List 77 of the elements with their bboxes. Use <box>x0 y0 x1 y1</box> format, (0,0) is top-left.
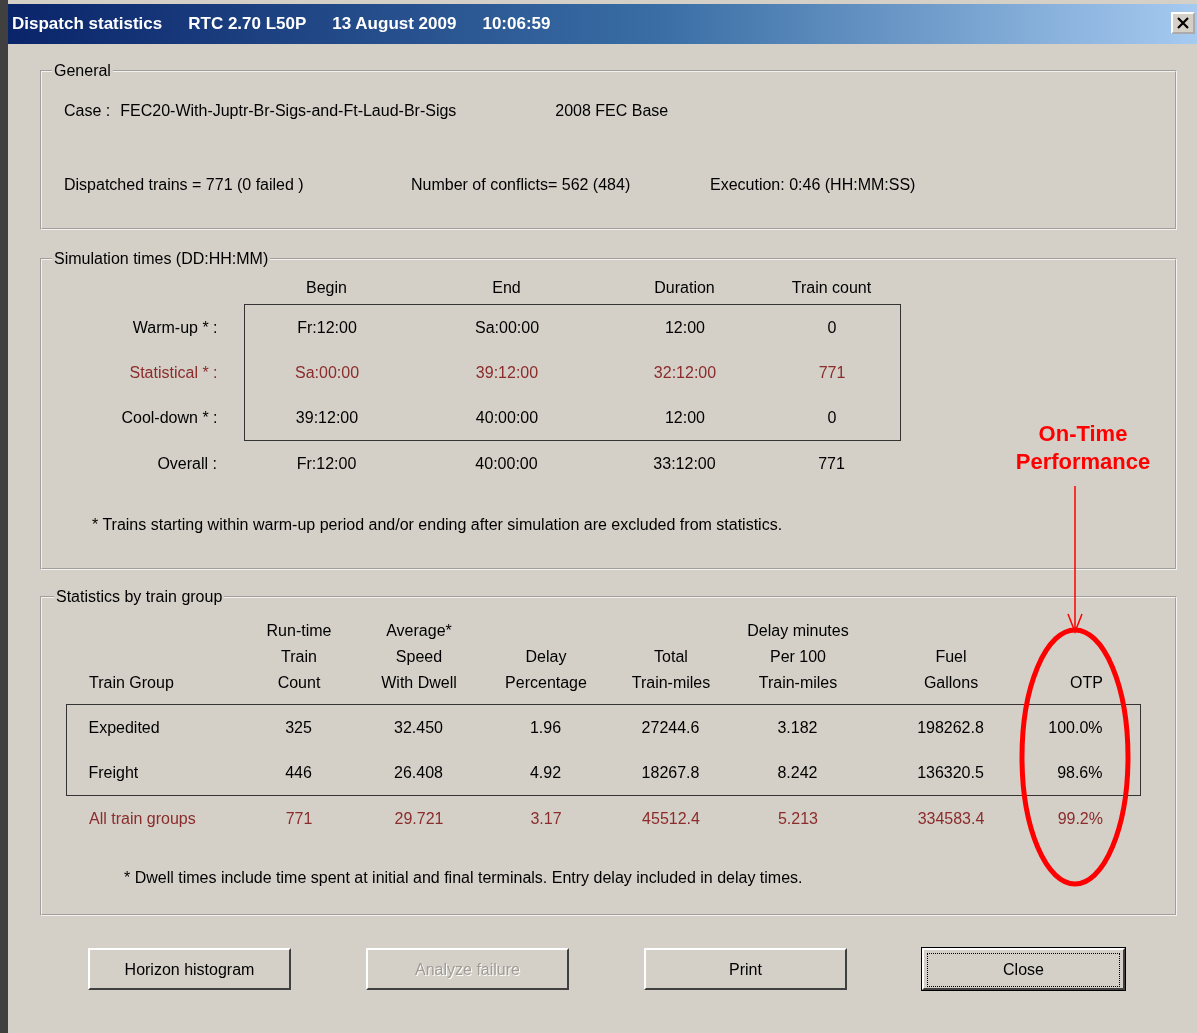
window-title: Dispatch statistics <box>12 14 163 34</box>
table-cell-text: 771 <box>817 454 846 473</box>
table-cell-text: 136320.5 <box>916 763 985 782</box>
table-cell-text: Freight <box>88 763 140 782</box>
table-cell-text: 39:12:00 <box>474 363 540 382</box>
table-cell-text: 1.96 <box>528 718 563 737</box>
table-cell-text: 32:12:00 <box>652 363 718 382</box>
case-name: FEC20-With-Juptr-Br-Sigs-and-Ft-Laud-Br-Sigs <box>120 102 458 120</box>
table-cell-text: 0 <box>826 408 838 427</box>
table-cell-text: 3.17 <box>529 809 563 828</box>
table-cell-text: 32.450 <box>393 718 444 737</box>
table-cell-text: 40:00:00 <box>474 454 539 473</box>
table-cell-text: Fr:12:00 <box>295 454 358 473</box>
group-title: General <box>53 62 112 80</box>
column-header: Train count <box>790 279 873 297</box>
table-cell-text: Expedited <box>88 718 161 737</box>
column-header: Average* Speed With Dwell <box>380 621 458 693</box>
table-cell-text: 771 <box>284 809 314 828</box>
close-button[interactable] <box>1171 12 1195 34</box>
table-cell-text: 100.0% <box>1047 718 1103 737</box>
column-header: Begin <box>305 279 348 297</box>
row-label: Overall : <box>156 454 217 473</box>
table-cell-text: 3.182 <box>776 718 819 737</box>
table-cell-text: 198262.8 <box>916 718 985 737</box>
row-label: Cool-down * : <box>120 408 218 427</box>
table-cell-text: 8.242 <box>776 763 819 782</box>
group-title: Simulation times (DD:HH:MM) <box>53 250 270 268</box>
column-header: End <box>491 279 522 297</box>
dialog-button[interactable]: Horizon histogram <box>88 948 291 990</box>
table-cell-text: 45512.4 <box>641 809 701 828</box>
window-title: 13 August 2009 <box>332 14 457 34</box>
column-header: Total Train-miles <box>630 647 712 693</box>
table-cell-text: 27244.6 <box>640 718 701 737</box>
base-name: 2008 FEC Base <box>555 102 669 120</box>
column-header: Run-time Train Count <box>265 621 333 693</box>
table-cell-text: 334583.4 <box>916 809 986 828</box>
table-cell-text: 446 <box>284 763 313 782</box>
window-title: RTC 2.70 L50P <box>188 14 307 34</box>
table-cell-text: 5.213 <box>776 809 819 828</box>
row-label: Warm-up * : <box>131 318 218 337</box>
column-header: OTP <box>1069 673 1103 693</box>
table-cell-text: 29.721 <box>393 809 445 828</box>
dialog-button[interactable]: Close <box>922 948 1125 990</box>
window-title: 10:06:59 <box>482 14 551 34</box>
column-header: Train Group <box>89 673 175 693</box>
column-header: Delay Percentage <box>504 647 588 693</box>
footnote: * Dwell times include time spent at initial and final terminals. Entry delay included in delay times. <box>124 869 804 887</box>
table-cell-text: 325 <box>284 718 313 737</box>
table-cell-text: 4.92 <box>528 763 563 782</box>
close-icon <box>1177 17 1189 29</box>
dialog-button[interactable]: Print <box>644 948 847 990</box>
table-cell-text: 99.2% <box>1056 809 1103 828</box>
column-header: Duration <box>653 279 716 297</box>
summary-text: Execution: 0:46 (HH:MM:SS) <box>710 176 916 194</box>
annotation-text: On-Time Performance <box>1014 420 1152 476</box>
column-header: Fuel Gallons <box>922 647 980 693</box>
group-title: Statistics by train group <box>55 588 224 606</box>
table-cell-text: All train groups <box>89 809 197 828</box>
footnote: * Trains starting within warm-up period and/or ending after simulation are excluded from statistics. <box>92 516 784 534</box>
table-cell-text: 33:12:00 <box>652 454 717 473</box>
table-cell-text: 98.6% <box>1056 763 1103 782</box>
case-label: Case : <box>64 102 111 120</box>
table-cell-text: Sa:00:00 <box>473 318 541 337</box>
table-cell-text: 18267.8 <box>640 763 701 782</box>
column-header: Delay minutes Per 100 Train-miles <box>746 621 850 693</box>
table-cell-text: 771 <box>817 363 847 382</box>
summary-text: Number of conflicts= 562 (484) <box>411 176 632 194</box>
table-cell-text: 39:12:00 <box>294 408 360 427</box>
table-cell-text: Sa:00:00 <box>293 363 361 382</box>
table-cell-text: 26.408 <box>393 763 444 782</box>
table-cell-text: Fr:12:00 <box>296 318 358 337</box>
table-cell-text: 40:00:00 <box>474 408 540 427</box>
table-cell-text: 12:00 <box>663 408 706 427</box>
summary-text: Dispatched trains = 771 (0 failed ) <box>64 176 305 194</box>
table-cell-text: 12:00 <box>663 318 706 337</box>
row-label: Statistical * : <box>128 363 218 382</box>
table-cell-text: 0 <box>826 318 838 337</box>
